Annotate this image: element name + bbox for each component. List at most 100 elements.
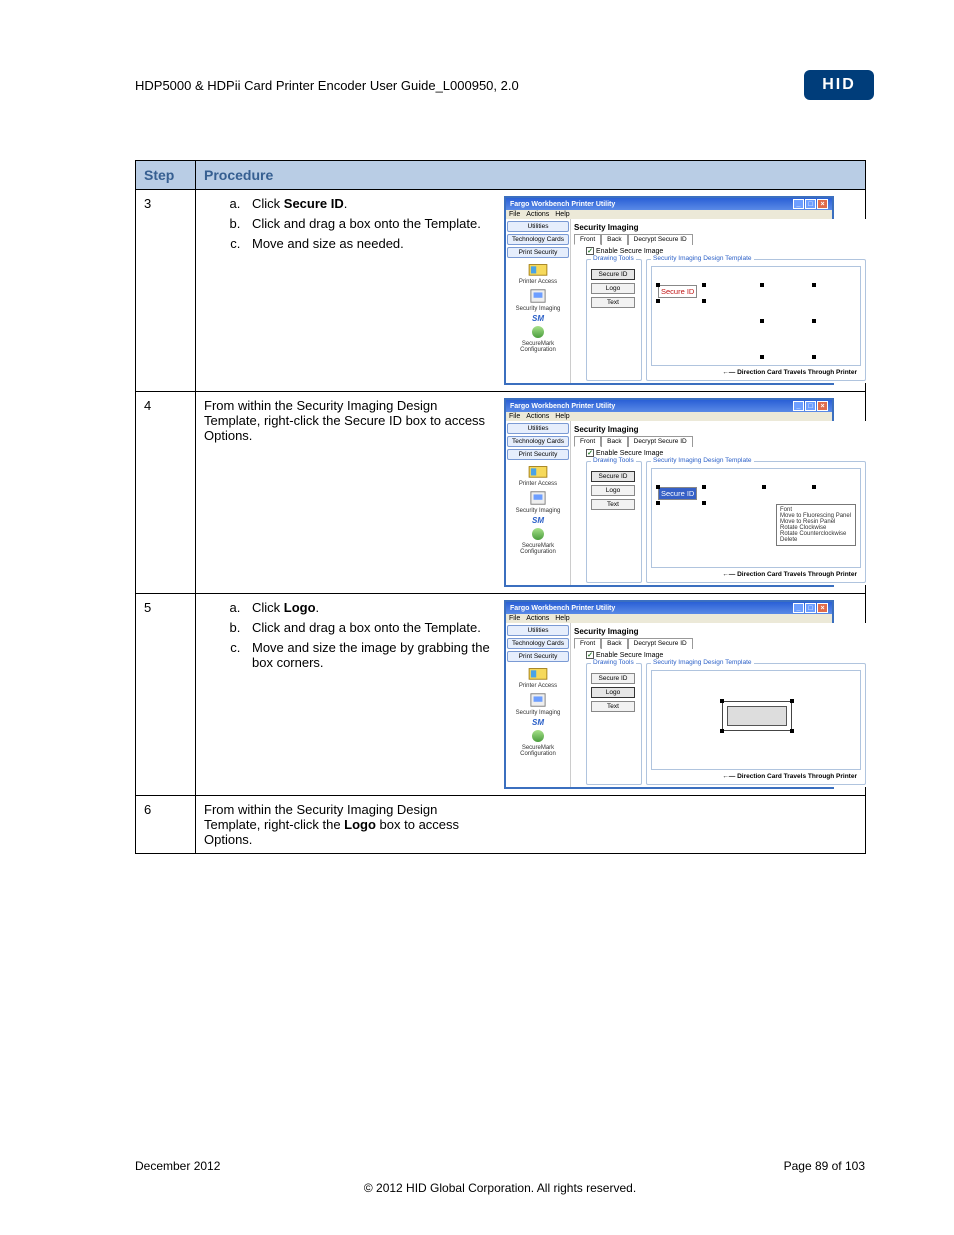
sidebar: Utilities Technology Cards Print Securit…	[506, 421, 571, 585]
tool-secure-id[interactable]: Secure ID	[591, 673, 635, 684]
drawing-tools-legend: Drawing Tools	[591, 659, 636, 666]
menubar[interactable]: FileActionsHelp	[506, 412, 832, 421]
step-number: 3	[136, 190, 196, 392]
enable-checkbox[interactable]: ✓	[586, 449, 594, 457]
close-button[interactable]: ×	[817, 603, 828, 613]
tool-text[interactable]: Text	[591, 701, 635, 712]
print-security-icon	[527, 665, 549, 681]
col-step: Step	[136, 161, 196, 190]
enable-label: Enable Secure Image	[596, 248, 663, 255]
tab-front[interactable]: Front	[574, 234, 601, 245]
printer-access-icon	[527, 490, 549, 506]
maximize-button[interactable]: □	[805, 199, 816, 209]
tool-secure-id[interactable]: Secure ID	[591, 471, 635, 482]
maximize-button[interactable]: □	[805, 401, 816, 411]
minimize-button[interactable]: _	[793, 603, 804, 613]
tabs: Front Back Decrypt Secure ID	[574, 234, 878, 245]
sidebar: Utilities Technology Cards Print Securit…	[506, 623, 571, 787]
print-security-icon	[527, 463, 549, 479]
minimize-button[interactable]: _	[793, 199, 804, 209]
minimize-button[interactable]: _	[793, 401, 804, 411]
sm-label: SM	[532, 718, 544, 727]
enable-checkbox[interactable]: ✓	[586, 651, 594, 659]
tool-logo[interactable]: Logo	[591, 485, 635, 496]
tab-back[interactable]: Back	[601, 234, 627, 245]
nav-security-imaging-label: Security Imaging	[516, 306, 561, 312]
tab-front[interactable]: Front	[574, 638, 601, 649]
procedure-cell: From within the Security Imaging Design …	[196, 796, 866, 854]
procedure-cell: Click Secure ID.Click and drag a box ont…	[196, 190, 866, 392]
close-button[interactable]: ×	[817, 401, 828, 411]
procedure-table: Step Procedure 3Click Secure ID.Click an…	[135, 160, 866, 854]
drawing-tools-legend: Drawing Tools	[591, 457, 636, 464]
table-row: 5Click Logo.Click and drag a box onto th…	[136, 594, 866, 796]
enable-checkbox[interactable]: ✓	[586, 247, 594, 255]
securemark-icon	[532, 326, 544, 338]
table-row: 6From within the Security Imaging Design…	[136, 796, 866, 854]
sm-label: SM	[532, 314, 544, 323]
nav-print-security[interactable]: Print Security	[507, 449, 569, 460]
doc-title: HDP5000 & HDPii Card Printer Encoder Use…	[135, 78, 519, 93]
sidebar: Utilities Technology Cards Print Securit…	[506, 219, 571, 383]
securemark-icon	[532, 730, 544, 742]
footer-copyright: © 2012 HID Global Corporation. All right…	[135, 1181, 865, 1195]
nav-technology-cards[interactable]: Technology Cards	[507, 436, 569, 447]
template-legend: Security Imaging Design Template	[651, 659, 754, 666]
table-row: 3Click Secure ID.Click and drag a box on…	[136, 190, 866, 392]
design-canvas[interactable]: Secure ID	[651, 266, 861, 366]
maximize-button[interactable]: □	[805, 603, 816, 613]
tool-secure-id[interactable]: Secure ID	[591, 269, 635, 280]
screenshot-app: Fargo Workbench Printer Utility _ □ × Fi…	[504, 196, 834, 385]
procedure-cell: From within the Security Imaging Design …	[196, 392, 866, 594]
col-procedure: Procedure	[196, 161, 866, 190]
direction-label: Direction Card Travels Through Printer	[651, 571, 861, 578]
procedure-cell: Click Logo.Click and drag a box onto the…	[196, 594, 866, 796]
footer-page: Page 89 of 103	[784, 1159, 865, 1173]
print-security-icon	[527, 261, 549, 277]
direction-label: Direction Card Travels Through Printer	[651, 369, 861, 376]
content-heading: Security Imaging	[574, 223, 878, 232]
design-canvas[interactable]: Secure ID FontMove to Fluorescing PanelMo…	[651, 468, 861, 568]
screenshot-app: Fargo Workbench Printer Utility _ □ × Fi…	[504, 398, 834, 587]
tab-decrypt[interactable]: Decrypt Secure ID	[628, 234, 693, 245]
tab-front[interactable]: Front	[574, 436, 601, 447]
tool-logo[interactable]: Logo	[591, 283, 635, 294]
nav-utilities[interactable]: Utilities	[507, 221, 569, 232]
nav-print-security[interactable]: Print Security	[507, 247, 569, 258]
nav-utilities[interactable]: Utilities	[507, 423, 569, 434]
close-button[interactable]: ×	[817, 199, 828, 209]
secure-id-box-selected[interactable]: Secure ID	[658, 487, 697, 500]
step-number: 4	[136, 392, 196, 594]
design-canvas[interactable]	[651, 670, 861, 770]
context-menu[interactable]: FontMove to Fluorescing PanelMove to Res…	[776, 504, 856, 546]
printer-access-icon	[527, 288, 549, 304]
nav-securemark-config-label: SecureMark Configuration	[507, 745, 569, 757]
tab-back[interactable]: Back	[601, 436, 627, 447]
table-row: 4From within the Security Imaging Design…	[136, 392, 866, 594]
nav-security-imaging-label: Security Imaging	[516, 508, 561, 514]
tab-decrypt[interactable]: Decrypt Secure ID	[628, 638, 693, 649]
step-number: 5	[136, 594, 196, 796]
nav-technology-cards[interactable]: Technology Cards	[507, 234, 569, 245]
logo-box[interactable]	[722, 701, 792, 731]
page-footer: December 2012 Page 89 of 103 © 2012 HID …	[135, 1159, 865, 1195]
content-heading: Security Imaging	[574, 627, 878, 636]
menubar[interactable]: FileActionsHelp	[506, 614, 832, 623]
nav-securemark-config-label: SecureMark Configuration	[507, 543, 569, 555]
nav-technology-cards[interactable]: Technology Cards	[507, 638, 569, 649]
tool-text[interactable]: Text	[591, 297, 635, 308]
nav-security-imaging-label: Security Imaging	[516, 710, 561, 716]
app-title: Fargo Workbench Printer Utility	[510, 201, 615, 208]
nav-print-security[interactable]: Print Security	[507, 651, 569, 662]
tab-decrypt[interactable]: Decrypt Secure ID	[628, 436, 693, 447]
screenshot-app: Fargo Workbench Printer Utility _ □ × Fi…	[504, 600, 834, 789]
app-title: Fargo Workbench Printer Utility	[510, 403, 615, 410]
tab-back[interactable]: Back	[601, 638, 627, 649]
menubar[interactable]: FileActionsHelp	[506, 210, 832, 219]
secure-id-box[interactable]: Secure ID	[658, 285, 697, 298]
app-title: Fargo Workbench Printer Utility	[510, 605, 615, 612]
tool-logo[interactable]: Logo	[591, 687, 635, 698]
tool-text[interactable]: Text	[591, 499, 635, 510]
footer-date: December 2012	[135, 1159, 220, 1173]
nav-utilities[interactable]: Utilities	[507, 625, 569, 636]
